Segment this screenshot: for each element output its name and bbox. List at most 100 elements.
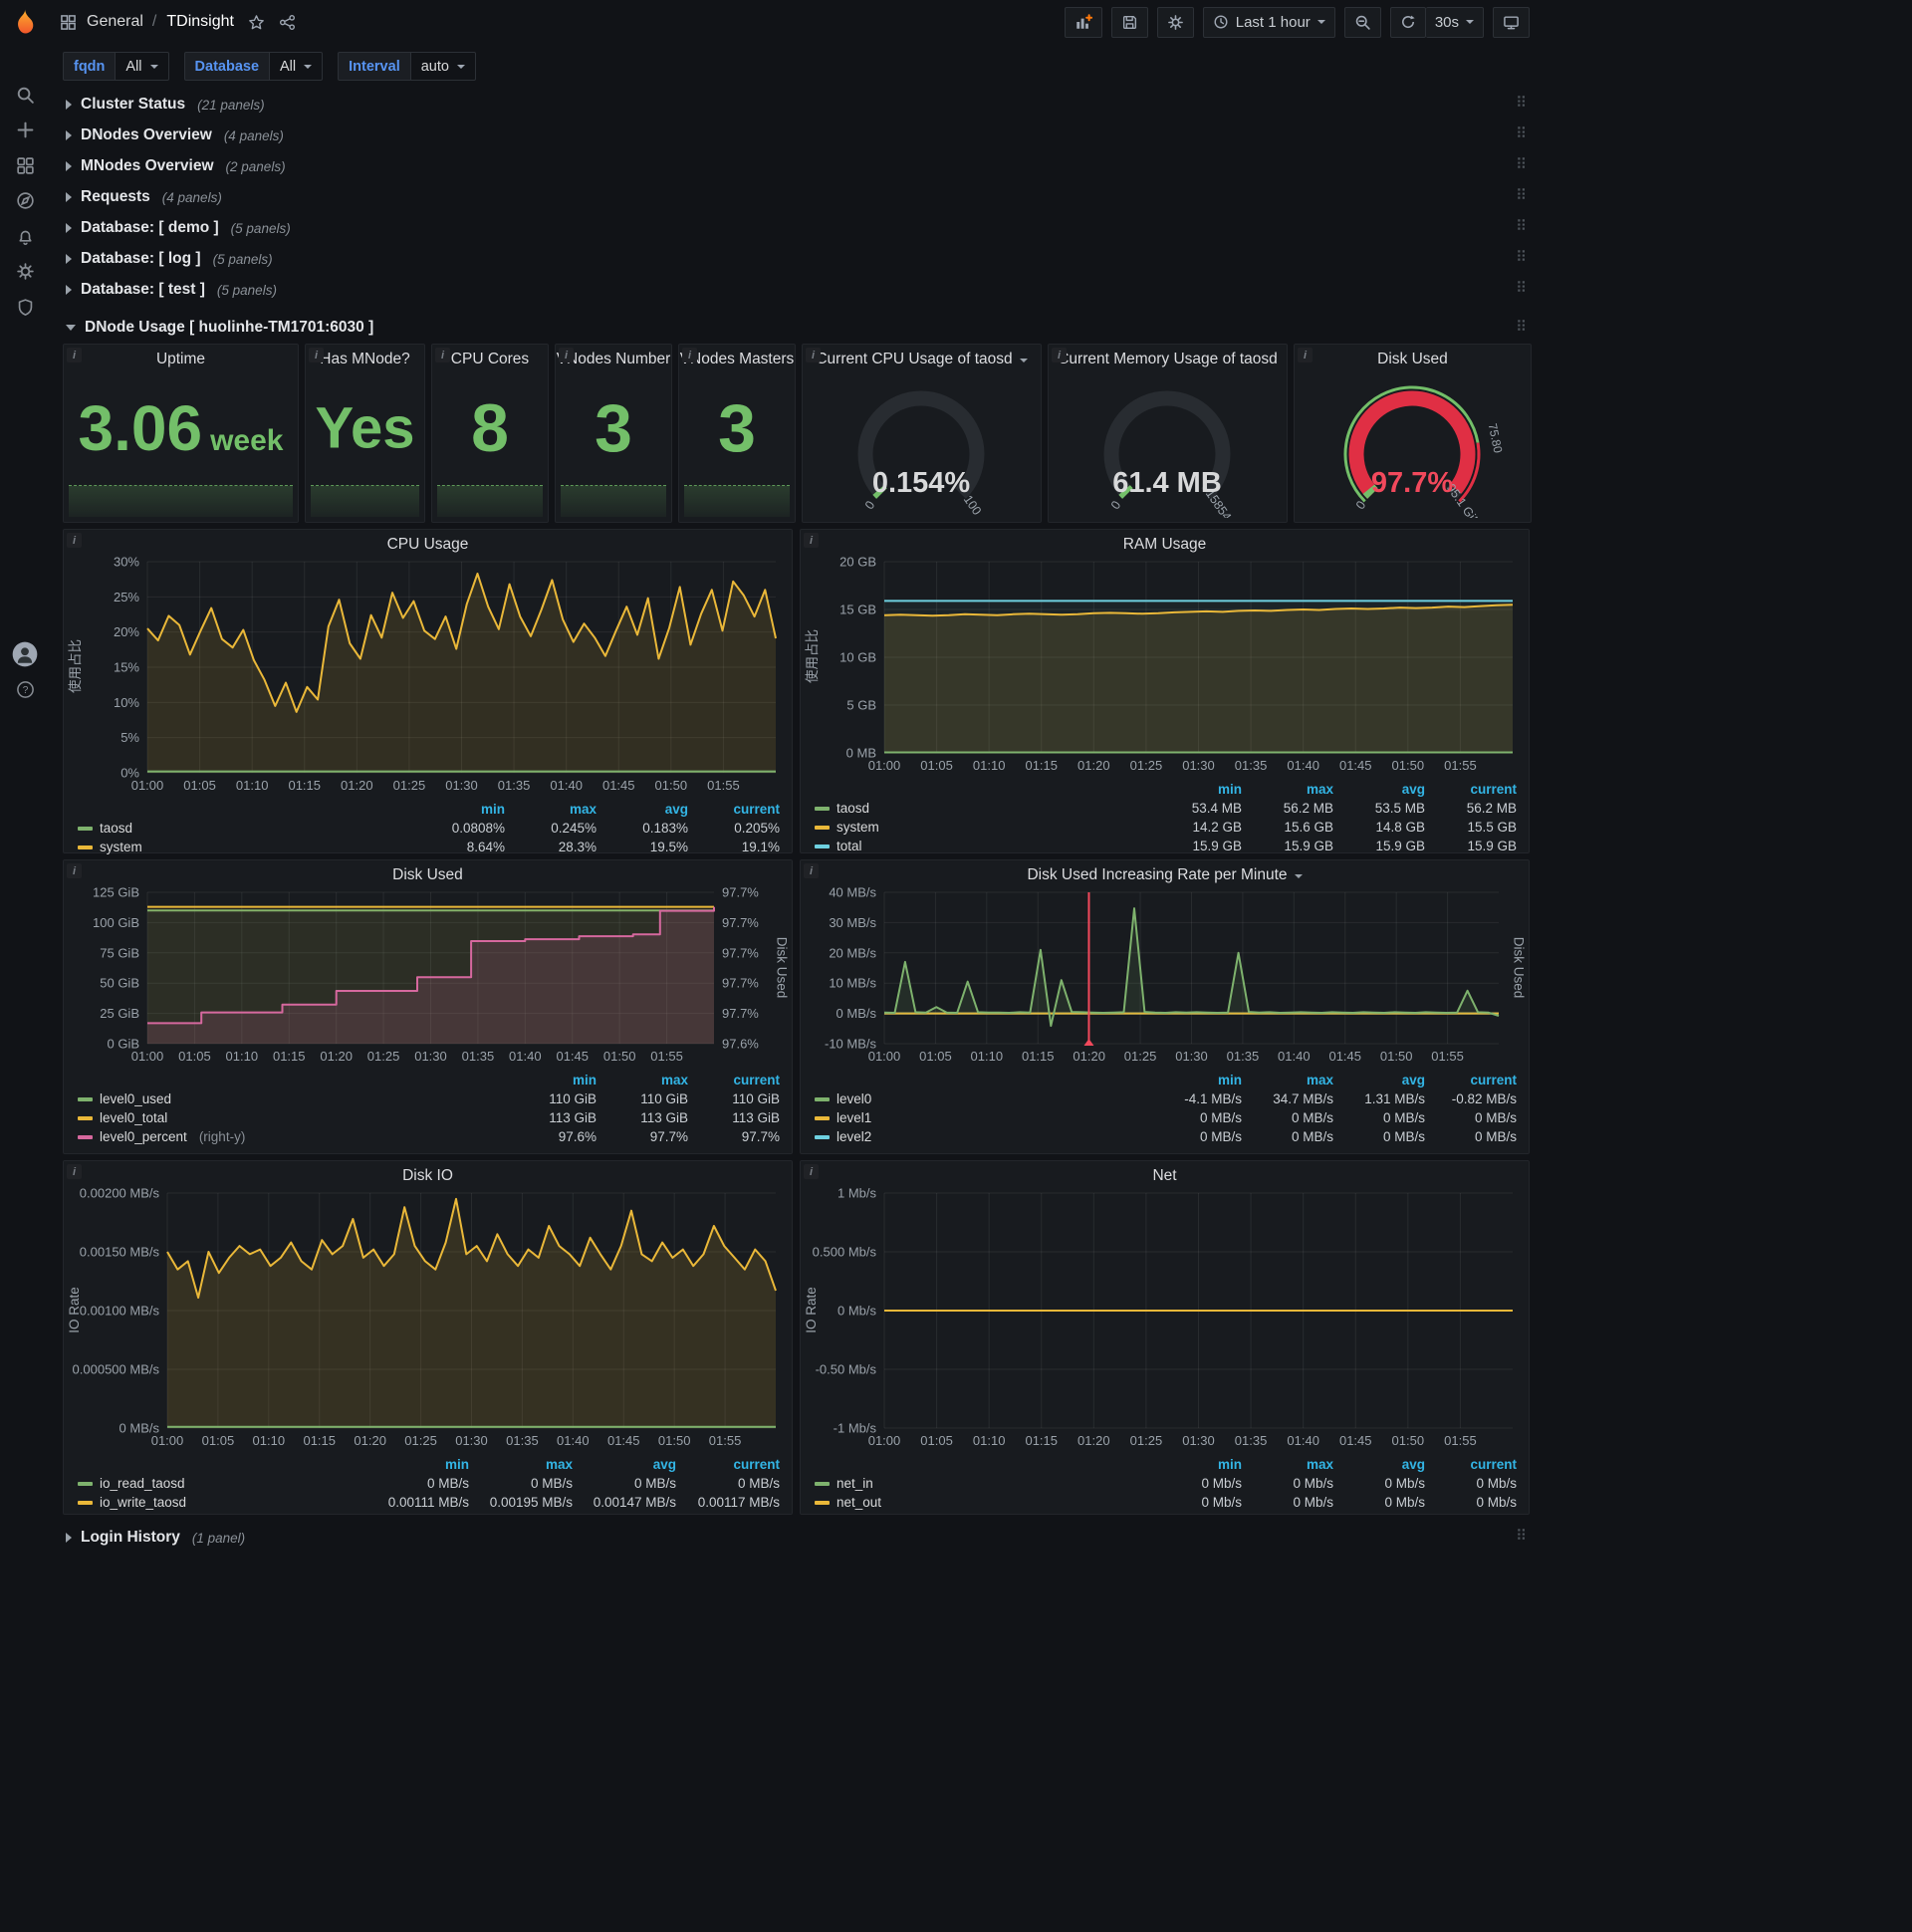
chart-disk_used[interactable]: 01:00 01:05 01:10 01:15 01:20 01:25 01:30 01:35… <box>64 885 792 1065</box>
legend-series-name[interactable]: io_write_taosd <box>78 1495 365 1510</box>
dashboard-row[interactable]: DNodes Overview (4 panels) ⠿ <box>63 121 1534 150</box>
stat-sparkline <box>437 485 543 517</box>
chart-disk_io[interactable]: 01:00 01:05 01:10 01:15 01:20 01:25 01:30 01:35… <box>64 1186 792 1448</box>
row-drag-handle[interactable]: ⠿ <box>1516 94 1528 112</box>
panel-title[interactable]: Net <box>801 1161 1529 1187</box>
chart-cpu_usage[interactable]: 01:00 01:05 01:10 01:15 01:20 01:25 01:30 01:35… <box>64 555 792 793</box>
legend-series-name[interactable]: net_in <box>815 1476 1150 1491</box>
help-icon[interactable]: ? <box>0 672 50 706</box>
share-icon[interactable] <box>279 14 296 31</box>
create-plus-icon[interactable] <box>0 113 50 146</box>
admin-shield-icon[interactable] <box>0 290 50 324</box>
panel-info-icon[interactable]: i <box>67 348 82 362</box>
panel-info-icon[interactable]: i <box>67 1164 82 1179</box>
panel-info-icon[interactable]: i <box>309 348 324 362</box>
dashboard-row[interactable]: Cluster Status (21 panels) ⠿ <box>63 90 1534 120</box>
dashboard-settings-button[interactable] <box>1156 6 1194 38</box>
panel-info-icon[interactable]: i <box>435 348 450 362</box>
refresh-interval-dropdown[interactable]: 30s <box>1425 6 1484 38</box>
panel-title[interactable]: Disk IO <box>64 1161 792 1187</box>
legend-series-name[interactable]: level2 <box>815 1129 1150 1144</box>
panel-title[interactable]: Current Memory Usage of taosd <box>1049 345 1287 370</box>
row-drag-handle[interactable]: ⠿ <box>1516 155 1528 173</box>
chart-ram_usage[interactable]: 01:00 01:05 01:10 01:15 01:20 01:25 01:30 01:35… <box>801 555 1529 773</box>
breadcrumb-section[interactable]: General <box>87 13 143 31</box>
row-title: Requests <box>81 188 150 205</box>
panel-info-icon[interactable]: i <box>67 533 82 548</box>
panel-info-icon[interactable]: i <box>806 348 821 362</box>
legend-value: 15.9 GB <box>1192 839 1242 853</box>
dashboard-row[interactable]: Database: [ log ] (5 panels) ⠿ <box>63 244 1534 274</box>
dashboard-row[interactable]: Database: [ demo ] (5 panels) ⠿ <box>63 213 1534 243</box>
panel-info-icon[interactable]: i <box>804 533 819 548</box>
dashboard-row[interactable]: Login History (1 panel) ⠿ <box>63 1523 1534 1553</box>
variable-value-dropdown[interactable]: All <box>269 52 324 81</box>
chevron-right-icon <box>66 254 72 264</box>
row-drag-handle[interactable]: ⠿ <box>1516 279 1528 297</box>
panel-title[interactable]: RAM Usage <box>801 530 1529 556</box>
breadcrumb-page[interactable]: TDinsight <box>166 13 234 31</box>
dashboard-row[interactable]: Database: [ test ] (5 panels) ⠿ <box>63 275 1534 305</box>
kiosk-mode-button[interactable] <box>1493 6 1530 38</box>
legend-series-name[interactable]: level0_percent (right-y) <box>78 1129 505 1144</box>
dashboards-icon[interactable] <box>0 148 50 182</box>
legend-series-name[interactable]: taosd <box>815 801 1150 816</box>
panel-title[interactable]: Uptime <box>64 345 298 370</box>
panel-info-icon[interactable]: i <box>804 863 819 878</box>
chart-disk_rate[interactable]: 01:00 01:05 01:10 01:15 01:20 01:25 01:30 01:35… <box>801 885 1529 1064</box>
panel-title[interactable]: Disk Used Increasing Rate per Minute <box>801 860 1529 886</box>
legend-series-name[interactable]: total <box>815 839 1150 853</box>
explore-compass-icon[interactable] <box>0 183 50 217</box>
row-drag-handle[interactable]: ⠿ <box>1516 124 1528 142</box>
alerting-bell-icon[interactable] <box>0 219 50 253</box>
legend-series-name[interactable]: io_read_taosd <box>78 1476 365 1491</box>
search-icon[interactable] <box>0 78 50 112</box>
legend-value: 0.00117 MB/s <box>697 1495 780 1510</box>
panel-title[interactable]: Disk Used <box>1295 345 1531 370</box>
svg-text:01:40: 01:40 <box>550 778 583 793</box>
chart-net[interactable]: 01:00 01:05 01:10 01:15 01:20 01:25 01:30 01:35… <box>801 1186 1529 1448</box>
panel-info-icon[interactable]: i <box>804 1164 819 1179</box>
legend-series-name[interactable]: level1 <box>815 1110 1150 1125</box>
panel-title[interactable]: Current CPU Usage of taosd <box>803 345 1041 370</box>
dashboard-row[interactable]: MNodes Overview (2 panels) ⠿ <box>63 151 1534 181</box>
save-dashboard-button[interactable] <box>1110 6 1148 38</box>
variable-value-dropdown[interactable]: All <box>115 52 169 81</box>
svg-text:01:50: 01:50 <box>1380 1049 1413 1064</box>
legend-value: 97.7% <box>649 1129 688 1144</box>
legend-series-name[interactable]: level0_used <box>78 1091 505 1106</box>
legend-swatch <box>78 1096 93 1101</box>
add-panel-button[interactable] <box>1064 6 1102 38</box>
time-range-button[interactable]: Last 1 hour <box>1202 6 1335 38</box>
legend-series-name[interactable]: level0_total <box>78 1110 505 1125</box>
panel-info-icon[interactable]: i <box>1298 348 1313 362</box>
legend-value: 0.0808% <box>451 821 505 836</box>
row-drag-handle[interactable]: ⠿ <box>1516 248 1528 266</box>
row-drag-handle[interactable]: ⠿ <box>1516 318 1528 336</box>
panel-title[interactable]: Disk Used <box>64 860 792 886</box>
refresh-button[interactable] <box>1389 6 1426 38</box>
avatar[interactable] <box>0 637 50 671</box>
panel-info-icon[interactable]: i <box>67 863 82 878</box>
legend-series-name[interactable]: net_out <box>815 1495 1150 1510</box>
legend-series-name[interactable]: taosd <box>78 821 413 836</box>
legend-series-name[interactable]: system <box>815 820 1150 835</box>
panel-info-icon[interactable]: i <box>1052 348 1067 362</box>
variable-value-dropdown[interactable]: auto <box>409 52 476 81</box>
zoom-out-button[interactable] <box>1343 6 1381 38</box>
configuration-gear-icon[interactable] <box>0 254 50 288</box>
legend-series-name[interactable]: system <box>78 840 413 854</box>
dashboard-row[interactable]: Requests (4 panels) ⠿ <box>63 182 1534 212</box>
row-drag-handle[interactable]: ⠿ <box>1516 1527 1528 1545</box>
panel-info-icon[interactable]: i <box>682 348 697 362</box>
row-drag-handle[interactable]: ⠿ <box>1516 217 1528 235</box>
star-icon[interactable] <box>248 14 265 31</box>
row-drag-handle[interactable]: ⠿ <box>1516 186 1528 204</box>
legend-column-header: min <box>1217 782 1242 797</box>
legend-series-name[interactable]: level0 <box>815 1091 1150 1106</box>
panel-info-icon[interactable]: i <box>559 348 574 362</box>
panel-title[interactable]: CPU Usage <box>64 530 792 556</box>
grafana-logo[interactable] <box>10 8 40 38</box>
svg-text:01:20: 01:20 <box>1073 1049 1105 1064</box>
dashboard-row[interactable]: DNode Usage [ huolinhe-TM1701:6030 ] ⠿ <box>63 314 1534 341</box>
